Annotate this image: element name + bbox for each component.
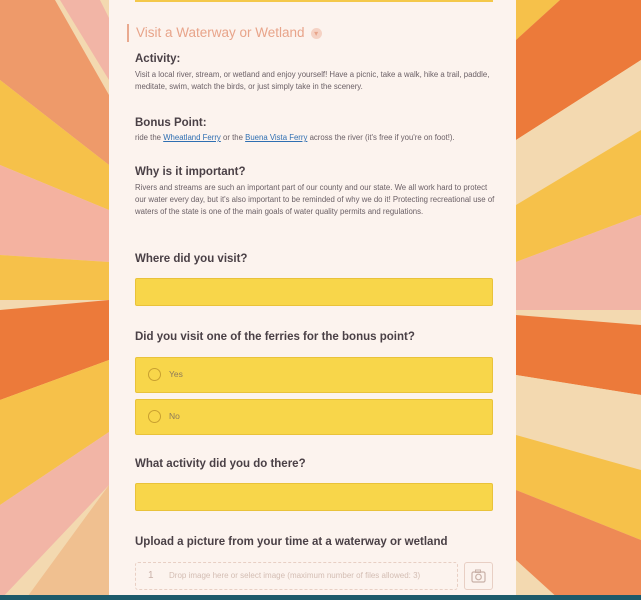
upload-count: 1 — [148, 570, 154, 581]
activity-input[interactable] — [135, 483, 493, 511]
buena-vista-ferry-link[interactable]: Buena Vista Ferry — [245, 133, 307, 142]
wheatland-ferry-link[interactable]: Wheatland Ferry — [163, 133, 221, 142]
ferry-option-no[interactable]: No — [135, 399, 493, 435]
bonus-text-before: ride the — [135, 133, 162, 142]
bonus-text-middle: or the — [223, 133, 243, 142]
radio-no[interactable] — [148, 410, 161, 423]
bottom-bar — [0, 595, 641, 600]
activity-question-label: What activity did you do there? — [135, 458, 306, 470]
upload-hint: Drop image here or select image (maximum… — [169, 571, 421, 580]
form-card: Visit a Waterway or Wetland ▾ Activity: V… — [109, 0, 516, 596]
activity-heading: Activity: — [135, 53, 181, 65]
why-text: Rivers and streams are such an important… — [135, 183, 495, 216]
radio-yes[interactable] — [148, 368, 161, 381]
ferry-option-no-label: No — [169, 411, 180, 421]
where-visit-input[interactable] — [135, 278, 493, 306]
upload-question-label: Upload a picture from your time at a wat… — [135, 536, 448, 548]
where-visit-label: Where did you visit? — [135, 253, 248, 265]
ferry-option-yes-label: Yes — [169, 369, 183, 379]
bonus-heading: Bonus Point: — [135, 117, 207, 129]
bonus-text: ride the Wheatland Ferry or the Buena Vi… — [135, 132, 495, 144]
activity-text: Visit a local river, stream, or wetland … — [135, 70, 490, 91]
camera-icon[interactable] — [464, 562, 493, 590]
bonus-text-after: across the river (it's free if you're on… — [309, 133, 455, 142]
section-header[interactable]: Visit a Waterway or Wetland ▾ — [127, 24, 322, 42]
section-title: Visit a Waterway or Wetland — [136, 25, 305, 40]
upload-dropzone[interactable]: 1 Drop image here or select image (maxim… — [135, 562, 458, 590]
ferry-option-yes[interactable]: Yes — [135, 357, 493, 393]
why-heading: Why is it important? — [135, 166, 246, 178]
chevron-down-icon[interactable]: ▾ — [310, 27, 322, 39]
ferry-question-label: Did you visit one of the ferries for the… — [135, 331, 415, 343]
previous-field-edge — [135, 0, 493, 2]
